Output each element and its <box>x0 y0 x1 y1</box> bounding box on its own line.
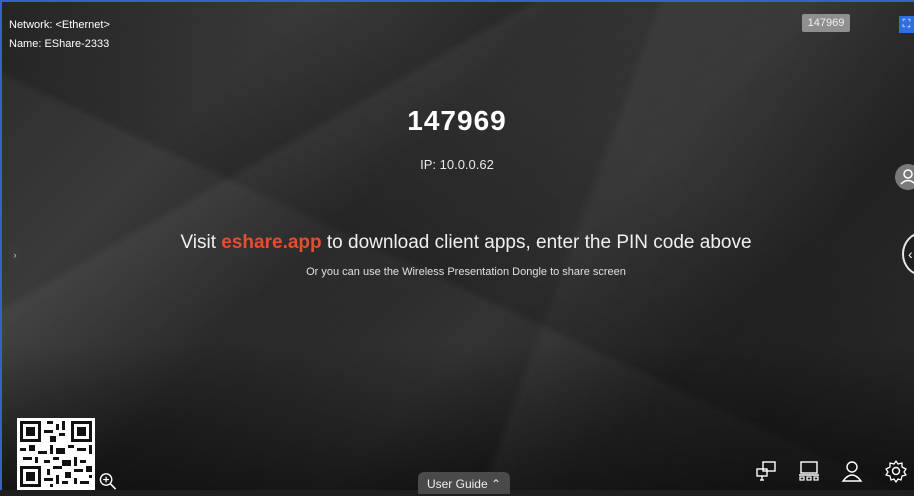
user-guide-button[interactable]: User Guide ⌃ <box>418 472 510 494</box>
multi-screen-icon[interactable] <box>797 459 821 483</box>
user-guide-label: User Guide <box>426 477 488 491</box>
network-label: Network: <Ethernet> <box>9 19 110 31</box>
screen-cast-icon[interactable] <box>754 459 778 483</box>
eshare-link[interactable]: eshare.app <box>221 232 321 253</box>
chevron-up-icon: ⌃ <box>490 477 502 491</box>
dongle-note: Or you can use the Wireless Presentation… <box>306 266 626 278</box>
gear-icon[interactable] <box>884 459 908 483</box>
pin-code: 147969 <box>407 105 507 136</box>
pin-badge: 147969 <box>802 14 850 32</box>
zoom-in-icon[interactable] <box>98 471 118 490</box>
visit-prefix: Visit <box>180 232 222 253</box>
device-name-label: Name: EShare-2333 <box>9 38 110 50</box>
network-info: Network: <Ethernet> Name: EShare-2333 <box>9 16 110 54</box>
window-border-top <box>0 0 914 2</box>
visit-instructions: Visit eshare.app to download client apps… <box>0 232 914 254</box>
visit-suffix: to download client apps, enter the PIN c… <box>321 232 752 253</box>
user-icon[interactable] <box>895 164 914 190</box>
user-icon-glyph <box>900 169 914 185</box>
fullscreen-icon[interactable]: ⛶ <box>899 16 914 33</box>
user-icon[interactable] <box>840 459 864 483</box>
qr-code-pattern <box>20 421 92 487</box>
chevron-right-icon[interactable]: › <box>9 247 21 263</box>
ip-address: IP: 10.0.0.62 <box>420 157 494 172</box>
qr-code <box>17 418 95 490</box>
